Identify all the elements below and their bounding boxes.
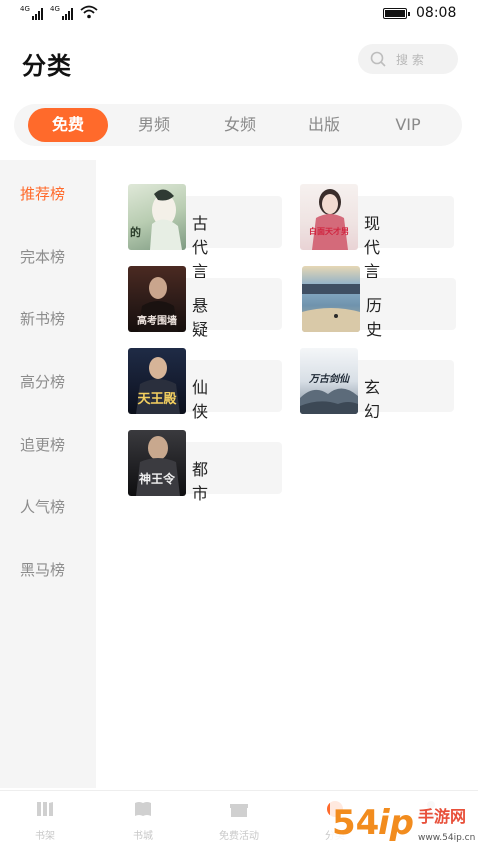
wifi-icon bbox=[80, 5, 98, 19]
tab-male[interactable]: 男频 bbox=[124, 108, 184, 142]
page-title: 分类 bbox=[22, 52, 72, 80]
tab-free[interactable]: 免费 bbox=[28, 108, 108, 142]
nav-label: 书架 bbox=[35, 831, 55, 842]
sidebar-item-high-score[interactable]: 高分榜 bbox=[0, 371, 96, 392]
nav-bookshelf[interactable]: 书架 bbox=[10, 799, 80, 842]
nav-label: 免费活动 bbox=[219, 831, 259, 842]
tab-vip[interactable]: VIP bbox=[378, 108, 438, 142]
clock: 08:08 bbox=[416, 5, 457, 21]
signal-icon: 4G bbox=[20, 6, 43, 20]
category-label: 历史 bbox=[366, 296, 383, 339]
sidebar-item-dark-horse[interactable]: 黑马榜 bbox=[0, 559, 96, 580]
book-cover-title: 白面天才男 bbox=[309, 227, 349, 236]
sidebar-item-recommend[interactable]: 推荐榜 bbox=[0, 183, 96, 204]
svg-text:手游网: 手游网 bbox=[418, 807, 466, 826]
sidebar-item-popular[interactable]: 人气榜 bbox=[0, 496, 96, 517]
signal-label-2: 4G bbox=[50, 5, 60, 13]
sidebar-item-updating[interactable]: 追更榜 bbox=[0, 434, 96, 455]
search-placeholder: 搜 索 bbox=[396, 52, 424, 67]
book-cover-title: 高考围墙 bbox=[137, 316, 177, 327]
category-label: 悬疑 bbox=[192, 296, 209, 339]
book-cover-image: 的 bbox=[128, 184, 186, 250]
tab-publish[interactable]: 出版 bbox=[294, 108, 354, 142]
svg-text:www.54ip.cn: www.54ip.cn bbox=[418, 833, 475, 843]
book-cover-image: 万古剑仙 bbox=[300, 348, 358, 414]
signal-label: 4G bbox=[20, 5, 30, 13]
category-label: 玄幻 bbox=[364, 378, 381, 421]
nav-bookstore[interactable]: 书城 bbox=[108, 799, 178, 842]
book-cover-image: 白面天才男 bbox=[300, 184, 358, 250]
book-cover-image: 高考围墙 bbox=[128, 266, 186, 332]
sidebar-item-new[interactable]: 新书榜 bbox=[0, 308, 96, 329]
search-icon bbox=[370, 51, 386, 67]
svg-text:54: 54 bbox=[332, 803, 379, 843]
book-cover-title: 万古剑仙 bbox=[309, 374, 349, 385]
tab-female[interactable]: 女频 bbox=[210, 108, 270, 142]
svg-text:ip: ip bbox=[378, 803, 414, 843]
category-label: 都市 bbox=[192, 460, 209, 503]
signal-icon-2: 4G bbox=[50, 6, 73, 20]
book-cover-title: 天王殿 bbox=[137, 392, 177, 407]
book-cover-image bbox=[302, 266, 360, 332]
nav-label: 书城 bbox=[133, 831, 153, 842]
watermark-logo: 54 ip 手游网 www.54ip.cn bbox=[330, 798, 478, 850]
nav-free-activity[interactable]: 免费活动 bbox=[204, 799, 274, 842]
battery-icon bbox=[383, 8, 410, 19]
book-cover-image: 天王殿 bbox=[128, 348, 186, 414]
search-input[interactable]: 搜 索 bbox=[358, 44, 458, 74]
sidebar-item-finished[interactable]: 完本榜 bbox=[0, 246, 96, 267]
category-label: 仙侠 bbox=[192, 378, 209, 421]
bookshelf-icon bbox=[37, 802, 53, 816]
channel-tabs: 免费 男频 女频 出版 VIP bbox=[14, 104, 462, 146]
book-cover-image: 神王令 bbox=[128, 430, 186, 496]
book-cover-title: 神王令 bbox=[138, 472, 175, 486]
book-cover-title: 的 bbox=[130, 226, 141, 239]
gift-icon bbox=[230, 804, 248, 817]
status-bar: 4G 4G 08:08 bbox=[0, 0, 478, 28]
book-icon bbox=[135, 802, 151, 816]
